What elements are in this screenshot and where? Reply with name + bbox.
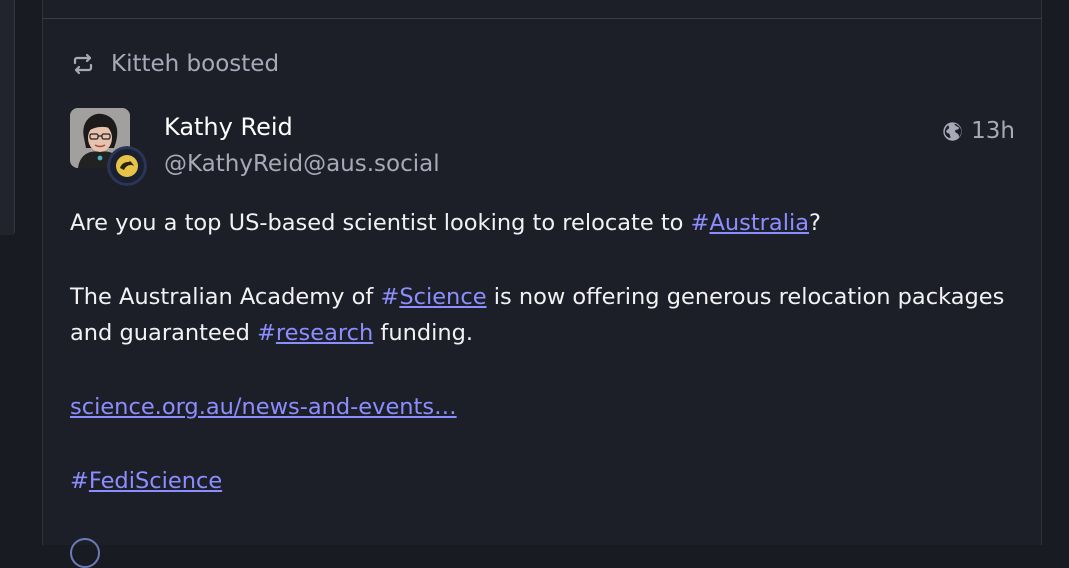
hash-symbol: # [70,468,89,494]
hash-symbol: # [690,210,710,236]
content-text: funding. [373,320,474,346]
hashtag-science[interactable]: #Science [380,284,486,310]
status-content: Are you a top US-based scientist looking… [70,205,1020,537]
content-paragraph: #FediScience [70,463,1020,499]
boost-indicator[interactable]: Kitteh boosted [71,49,279,79]
content-paragraph: The Australian Academy of #Science is no… [70,279,1020,351]
hashtag-text: Science [399,284,487,310]
content-paragraph: Are you a top US-based scientist looking… [70,205,1020,241]
side-panel-edge [0,0,15,235]
status-meta[interactable]: 13h [942,118,1015,144]
hashtag-research[interactable]: #research [257,320,373,346]
hashtag-text: research [275,320,374,346]
boost-label: Kitteh boosted [111,51,280,77]
content-text: The Australian Academy of [70,284,381,310]
globe-icon [942,121,963,142]
display-name[interactable]: Kathy Reid [164,113,293,141]
content-text: Are you a top US-based scientist looking… [70,210,691,236]
next-status-avatar[interactable] [70,538,100,568]
relative-time[interactable]: 13h [971,118,1015,144]
repeat-icon [71,52,95,76]
hash-symbol: # [380,284,400,310]
account-avatar-group[interactable] [70,108,150,188]
hashtag-text: FediScience [88,468,223,494]
hashtag-text: Australia [709,210,809,236]
booster-avatar[interactable] [107,146,147,186]
hashtag-fediscience[interactable]: #FediScience [70,468,222,494]
content-paragraph: science.org.au/news-and-events… [70,389,1020,425]
account-handle[interactable]: @KathyReid@aus.social [164,151,440,177]
timeline-column: Kitteh boosted Kathy Reid @KathyReid@aus… [42,0,1042,568]
hash-symbol: # [257,320,276,346]
hashtag-australia[interactable]: #Australia [691,210,809,236]
status-divider [43,18,1041,19]
content-text: ? [808,210,821,236]
external-link[interactable]: science.org.au/news-and-events… [70,394,457,420]
